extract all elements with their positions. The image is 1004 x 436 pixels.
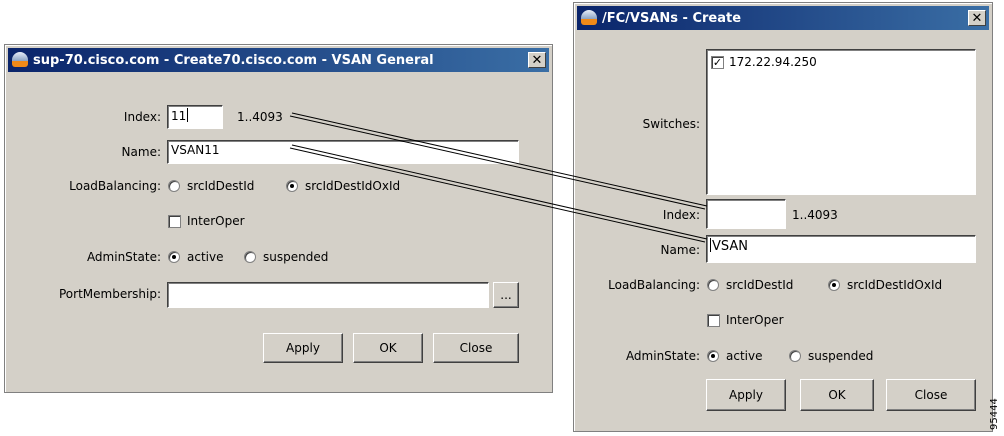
radio-srcIdDestIdOxId-label: srcIdDestIdOxId — [847, 278, 943, 292]
window-title: sup-70.cisco.com - Create70.cisco.com - … — [33, 52, 434, 68]
interoper-label: InterOper — [726, 313, 784, 327]
radio-active-label: active — [726, 349, 763, 363]
radio-active[interactable] — [707, 350, 719, 362]
text-caret — [710, 238, 711, 252]
admin-state-label: AdminState: — [86, 250, 161, 264]
close-icon[interactable]: ✕ — [528, 52, 546, 68]
radio-srcIdDestIdOxId[interactable] — [828, 279, 840, 291]
apply-button[interactable]: Apply — [706, 379, 786, 411]
ok-button[interactable]: OK — [353, 333, 423, 363]
switches-list[interactable]: ✓ 172.22.94.250 — [706, 49, 976, 195]
window-title: /FC/VSANs - Create — [602, 10, 742, 26]
title-bar[interactable]: sup-70.cisco.com - Create70.cisco.com - … — [8, 48, 549, 72]
title-bar[interactable]: /FC/VSANs - Create ✕ — [577, 6, 989, 30]
port-membership-label: PortMembership: — [59, 287, 161, 301]
apply-button[interactable]: Apply — [263, 333, 343, 363]
interoper-label: InterOper — [187, 214, 245, 228]
index-field[interactable]: 11 — [167, 105, 223, 129]
close-icon[interactable]: ✕ — [968, 10, 986, 26]
load-balancing-label: LoadBalancing: — [69, 179, 161, 193]
radio-suspended-label: suspended — [263, 250, 329, 264]
interoper-checkbox[interactable] — [168, 215, 181, 228]
radio-srcIdDestId-label: srcIdDestId — [726, 278, 794, 292]
index-label: Index: — [123, 110, 161, 124]
vsan-create-dialog: /FC/VSANs - Create ✕ Switches: ✓ 172.22.… — [573, 2, 993, 432]
radio-srcIdDestId-label: srcIdDestId — [187, 179, 255, 193]
name-field[interactable]: VSAN11 — [167, 140, 519, 164]
name-field[interactable]: VSAN — [706, 235, 976, 263]
java-cup-icon — [11, 51, 29, 69]
radio-suspended[interactable] — [244, 251, 256, 263]
browse-button[interactable]: ... — [493, 282, 519, 308]
switches-label: Switches: — [642, 117, 700, 131]
load-balancing-label: LoadBalancing: — [608, 278, 700, 292]
port-membership-field[interactable] — [167, 282, 489, 308]
java-cup-icon — [580, 9, 598, 27]
radio-srcIdDestId[interactable] — [168, 180, 180, 192]
radio-active-label: active — [187, 250, 224, 264]
ok-button[interactable]: OK — [800, 379, 874, 411]
text-caret — [187, 108, 189, 122]
index-label: Index: — [662, 208, 700, 222]
vsan-general-dialog: sup-70.cisco.com - Create70.cisco.com - … — [4, 44, 553, 393]
switch-checkbox[interactable]: ✓ — [711, 56, 724, 69]
switch-item[interactable]: 172.22.94.250 — [729, 55, 817, 69]
admin-state-label: AdminState: — [625, 349, 700, 363]
close-button[interactable]: Close — [886, 379, 976, 411]
radio-suspended-label: suspended — [808, 349, 874, 363]
index-range: 1..4093 — [237, 110, 283, 124]
radio-srcIdDestIdOxId[interactable] — [286, 180, 298, 192]
name-label: Name: — [660, 243, 700, 257]
radio-suspended[interactable] — [789, 350, 801, 362]
figure-number: 95444 — [989, 398, 1000, 430]
index-range: 1..4093 — [792, 208, 838, 222]
close-button[interactable]: Close — [433, 333, 519, 363]
interoper-checkbox[interactable] — [707, 314, 720, 327]
index-field[interactable] — [706, 199, 786, 229]
name-label: Name: — [121, 145, 161, 159]
radio-srcIdDestIdOxId-label: srcIdDestIdOxId — [305, 179, 401, 193]
radio-active[interactable] — [168, 251, 180, 263]
radio-srcIdDestId[interactable] — [707, 279, 719, 291]
